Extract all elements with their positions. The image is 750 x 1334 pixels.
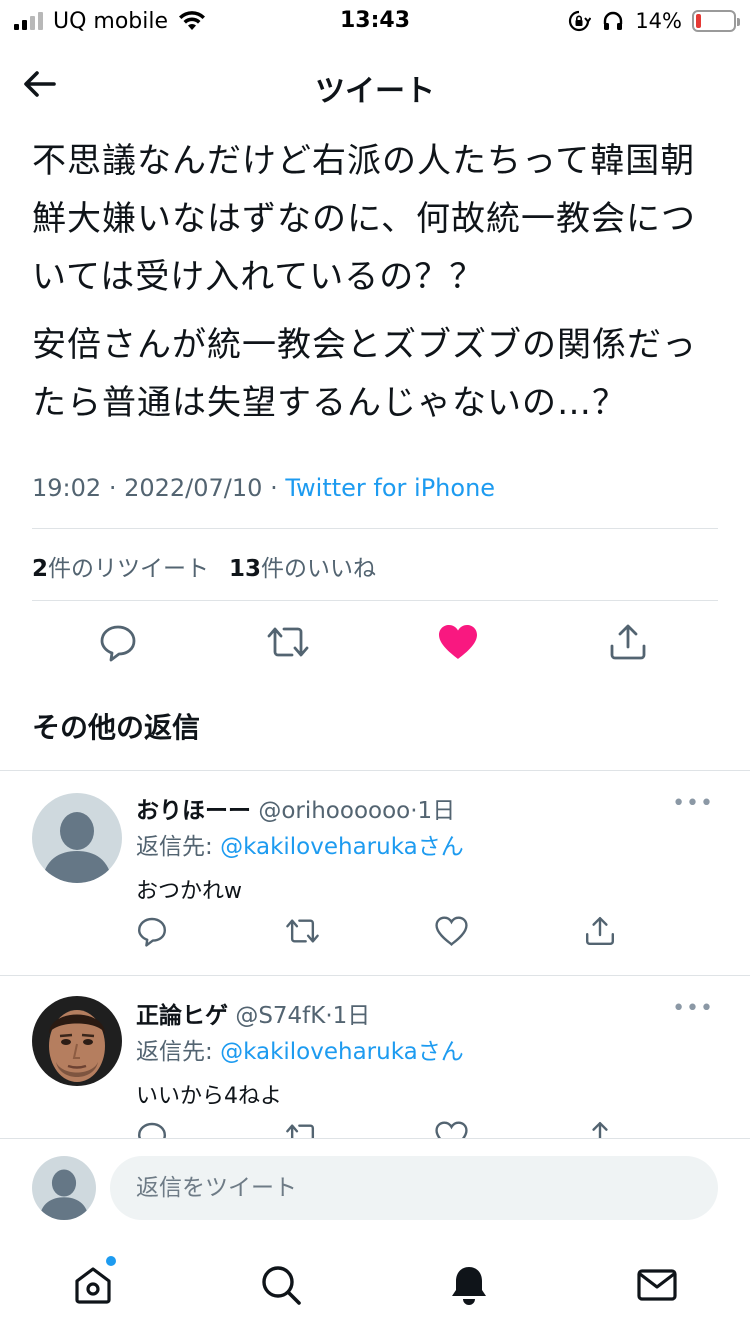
bottom-bar (0, 1138, 750, 1334)
retweet-icon (285, 1124, 314, 1138)
like-button[interactable] (434, 618, 482, 666)
headphones-icon (604, 11, 623, 30)
meta-separator: · (270, 474, 278, 502)
like-label: 件のいいね (261, 556, 377, 582)
profile-photo-avatar (32, 996, 122, 1086)
home-icon (75, 1267, 111, 1304)
reply-handle[interactable]: @S74fK (235, 1003, 325, 1029)
reply-to: 返信先: @kakiloveharukaさん (136, 1032, 464, 1066)
tweet-text: 不思議なんだけど右派の人たちって韓国朝鮮大嫌いなはずなのに、何故統一教会について… (32, 132, 722, 432)
default-avatar-icon (32, 793, 122, 883)
status-right: 14% (567, 8, 740, 34)
more-options-button[interactable]: ••• (672, 996, 714, 1021)
heart-filled-icon (439, 625, 477, 659)
like-button[interactable] (433, 913, 469, 949)
retweet-button[interactable] (264, 618, 312, 666)
status-bar: UQ mobile 13:43 14% (0, 0, 750, 40)
retweet-count: 2 (32, 556, 49, 582)
header: ツイート (0, 50, 750, 116)
reply-to-prefix: 返信先: (136, 1039, 221, 1065)
reply-button[interactable] (134, 1118, 170, 1138)
share-icon (592, 1122, 608, 1138)
search-icon (262, 1266, 301, 1305)
more-options-button[interactable]: ••• (672, 791, 714, 816)
new-content-dot (106, 1256, 116, 1266)
reply-name[interactable]: おりほーー (136, 798, 251, 824)
divider (0, 1138, 750, 1139)
share-icon (586, 917, 614, 945)
share-button[interactable] (582, 1118, 618, 1138)
battery-percent: 14% (635, 9, 682, 33)
tweet-time: 19:02 (32, 474, 102, 502)
reply-text: いいから4ねよ (136, 1084, 282, 1109)
reply-to-link[interactable]: @kakiloveharukaさん (220, 834, 464, 860)
reply-name[interactable]: 正論ヒゲ (136, 1003, 228, 1029)
reply-to-link[interactable]: @kakiloveharukaさん (220, 1039, 464, 1065)
my-avatar[interactable] (32, 1156, 96, 1220)
retweet-icon (285, 919, 319, 943)
retweet-icon (267, 627, 309, 657)
meta-separator: · (108, 474, 117, 502)
battery-icon (692, 10, 740, 32)
divider (32, 600, 718, 601)
tweet-paragraph: 不思議なんだけど右派の人たちって韓国朝鮮大嫌いなはずなのに、何故統一教会について… (32, 141, 696, 297)
divider (32, 528, 718, 529)
reply-to-prefix: 返信先: (136, 834, 221, 860)
tab-home[interactable] (68, 1260, 118, 1310)
page-title: ツイート (315, 74, 435, 109)
tab-notifications[interactable] (444, 1260, 494, 1310)
reply-to: 返信先: @kakiloveharukaさん (136, 827, 464, 861)
reply-button[interactable] (94, 618, 142, 666)
avatar[interactable] (32, 996, 122, 1086)
messages-icon (637, 1269, 677, 1301)
tweet-source-link[interactable]: Twitter for iPhone (285, 474, 495, 502)
tab-search[interactable] (256, 1260, 306, 1310)
reply-compose-input[interactable] (110, 1156, 718, 1220)
default-avatar-icon (32, 1156, 96, 1220)
like-count: 13 (229, 556, 262, 582)
tweet-paragraph: 安倍さんが統一教会とズブズブの関係だったら普通は失望するんじゃないの…？ (32, 325, 697, 423)
heart-icon (434, 1121, 468, 1138)
battery-fill (696, 14, 702, 28)
reply-text: おつかれw (136, 879, 242, 904)
notifications-icon (452, 1267, 486, 1305)
reply-item[interactable]: おりほーー @orihoooooo·1日 返信先: @kakiloveharuk… (0, 771, 750, 975)
tweet-meta: 19:02 · 2022/07/10 · Twitter for iPhone (32, 474, 495, 502)
share-icon (610, 624, 646, 660)
tweet-stats: 2件のリツイート 13件のいいね (32, 549, 376, 583)
reply-header: おりほーー @orihoooooo·1日 (136, 791, 455, 825)
reply-header: 正論ヒゲ @S74fK·1日 (136, 996, 370, 1030)
reply-icon (138, 1122, 166, 1138)
reply-button[interactable] (134, 913, 170, 949)
reply-item[interactable]: 正論ヒゲ @S74fK·1日 返信先: @kakiloveharukaさん いい… (0, 976, 750, 1138)
share-button[interactable] (604, 618, 652, 666)
reply-icon (100, 625, 136, 662)
rotation-lock-icon (569, 10, 592, 32)
retweet-label: 件のリツイート (48, 556, 210, 582)
retweet-button[interactable] (284, 913, 320, 949)
tweet-date: 2022/07/10 (124, 474, 263, 502)
reply-icon (138, 917, 166, 947)
retweet-stat[interactable]: 2件のリツイート (32, 549, 209, 583)
heart-icon (434, 916, 468, 947)
reply-time: ·1日 (325, 1003, 371, 1029)
share-button[interactable] (582, 913, 618, 949)
reply-time: ·1日 (410, 798, 456, 824)
reply-handle[interactable]: @orihoooooo (258, 798, 410, 824)
like-button[interactable] (433, 1118, 469, 1138)
avatar[interactable] (32, 793, 122, 883)
like-stat[interactable]: 13件のいいね (229, 549, 376, 583)
section-title: その他の返信 (32, 711, 201, 744)
retweet-button[interactable] (284, 1118, 320, 1138)
tab-messages[interactable] (632, 1260, 682, 1310)
